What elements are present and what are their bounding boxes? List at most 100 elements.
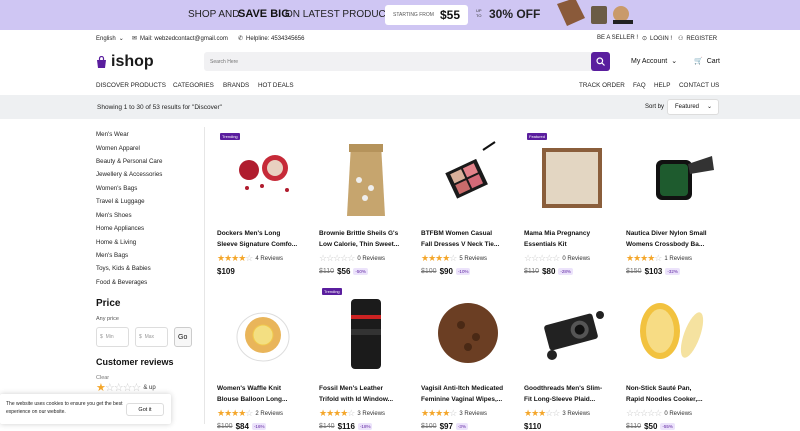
cookie-accept-button[interactable]: Got it [126,403,164,416]
product-card[interactable]: Women's Waffle Knit Blouse Balloon Long.… [217,285,312,431]
search-bar [204,52,610,71]
product-price-row: $110 $50 -55% [626,422,675,431]
my-account-menu[interactable]: My Account ⌄ [631,57,677,66]
search-input[interactable] [210,52,590,71]
banner-starting: STARTING FROM [393,12,434,18]
chevron-down-icon: ⌄ [118,36,124,42]
review-count: 0 Reviews [664,410,693,417]
product-name[interactable]: Goodthreads Men's Slim- Fit Long-Sleeve … [524,383,624,405]
nav-help[interactable]: HELP [654,82,670,89]
nav-contact[interactable]: CONTACT US [679,82,719,89]
star-rating-icon: ★★★★☆ [421,253,457,263]
category-link[interactable]: Food & Beverages [96,279,147,286]
category-link[interactable]: Home Appliances [96,225,144,232]
product-card[interactable]: Goodthreads Men's Slim- Fit Long-Sleeve … [524,285,619,431]
product-price: $97 [439,422,453,431]
seller-link[interactable]: BE A SELLER ! [597,35,638,41]
chevron-down-icon: ⌄ [706,104,712,110]
cookie-banner: The website uses cookies to ensure you g… [0,394,171,424]
star-rating-icon: ★★★★☆ [626,253,662,263]
product-image[interactable] [421,285,516,380]
rating-filter[interactable]: ★☆☆☆☆ & up [96,381,156,394]
cookie-text: The website uses cookies to ensure you g… [6,401,123,415]
product-image[interactable] [524,130,619,225]
product-image[interactable] [217,130,312,225]
category-link[interactable]: Women's Bags [96,185,137,192]
product-rating: ☆☆☆☆☆ 0 Reviews [626,408,692,419]
category-link[interactable]: Men's Shoes [96,212,132,219]
product-name[interactable]: Non-Stick Sauté Pan, Rapid Noodles Cooke… [626,383,726,405]
product-price-row: $100 $97 -3% [421,422,468,431]
nav-discover[interactable]: DISCOVER PRODUCTS [96,82,166,89]
nav-faq[interactable]: FAQ [633,82,646,89]
register-link[interactable]: ⚇ REGISTER [678,35,717,43]
product-name[interactable]: Nautica Diver Nylon Small Womens Crossbo… [626,228,726,250]
login-link[interactable]: ⊙ LOGIN ! [642,35,672,43]
cart-label: Cart [706,57,720,65]
discount-badge: -10% [455,268,471,275]
product-image[interactable] [319,285,414,380]
product-price-row: $150 $103 -32% [626,267,680,276]
category-link[interactable]: Toys, Kids & Babies [96,265,151,272]
product-card[interactable]: BTFBM Women Casual Fall Dresses V Neck T… [421,130,516,276]
product-price: $109 [217,267,235,276]
category-link[interactable]: Men's Wear [96,131,129,138]
category-link[interactable]: Home & Living [96,239,136,246]
review-count: 0 Reviews [562,255,591,262]
product-image[interactable] [626,285,721,380]
old-price: $110 [524,268,540,275]
product-image[interactable] [217,285,312,380]
search-button[interactable] [591,52,610,71]
product-image[interactable] [319,130,414,225]
product-card[interactable]: Vagisil Anti-Itch Medicated Feminine Vag… [421,285,516,431]
product-price-row: $140 $116 -18% [319,422,373,431]
language-select[interactable]: English ⌄ [96,35,124,43]
product-name[interactable]: Fossil Men's Leather Trifold with Id Win… [319,383,419,405]
review-count: 1 Reviews [664,255,693,262]
currency-label: $ [139,334,142,340]
sidebar-divider [204,127,205,424]
product-image[interactable] [626,130,721,225]
cart-button[interactable]: 🛒 Cart [694,57,720,66]
product-price: $80 [542,267,556,276]
product-name[interactable]: Mama Mia Pregnancy Essentials Kit [524,228,624,250]
star-rating-icon: ★★★★☆ [217,253,253,263]
nav-brands[interactable]: BRANDS [223,82,249,89]
product-card[interactable]: Trending Dockers Men's Long Sleeve Signat… [217,130,312,276]
logo[interactable]: ishop [96,53,154,71]
product-card[interactable]: Non-Stick Sauté Pan, Rapid Noodles Cooke… [626,285,721,431]
product-name[interactable]: Brownie Brittle Sheils G's Low Calorie, … [319,228,419,250]
search-icon [596,57,605,66]
category-link[interactable]: Women Apparel [96,145,140,152]
category-link[interactable]: Beauty & Personal Care [96,158,162,165]
nav-hot-deals[interactable]: HOT DEALS [258,82,294,89]
price-max-input[interactable]: $ Max [135,327,168,347]
product-image[interactable] [524,285,619,380]
product-price-row: $100 $84 -16% [217,422,267,431]
sort-value: Featured [675,104,700,110]
old-price: $100 [217,423,233,430]
nav-track-order[interactable]: TRACK ORDER [579,82,625,89]
any-price-link[interactable]: Any price [96,316,119,322]
product-name[interactable]: Vagisil Anti-Itch Medicated Feminine Vag… [421,383,521,405]
product-card[interactable]: Nautica Diver Nylon Small Womens Crossbo… [626,130,721,276]
product-rating: ★★★★☆ 3 Reviews [421,408,487,419]
product-card[interactable]: Brownie Brittle Sheils G's Low Calorie, … [319,130,414,276]
account-label: My Account [631,57,668,65]
category-link[interactable]: Jewellery & Accessories [96,171,162,178]
product-name[interactable]: BTFBM Women Casual Fall Dresses V Neck T… [421,228,521,250]
category-link[interactable]: Men's Bags [96,252,128,259]
price-go-button[interactable]: Go [174,327,192,347]
sort-select[interactable]: Featured ⌄ [667,99,719,115]
price-min-input[interactable]: $ Min [96,327,129,347]
product-price: $103 [644,267,663,276]
promo-banner[interactable]: SHOP AND SAVE BIG ON LATEST PRODUCTS STA… [0,0,800,30]
product-name[interactable]: Dockers Men's Long Sleeve Signature Comf… [217,228,317,250]
product-image[interactable] [421,130,516,225]
product-card[interactable]: Trending Fossil Men's Leather Trifold wit… [319,285,414,431]
nav-categories[interactable]: CATEGORIES [173,82,214,89]
product-card[interactable]: Featured Mama Mia Pregnancy Essentials Ki… [524,130,619,276]
product-name[interactable]: Women's Waffle Knit Blouse Balloon Long.… [217,383,317,405]
category-link[interactable]: Travel & Luggage [96,198,145,205]
discount-badge: -16% [251,423,267,430]
